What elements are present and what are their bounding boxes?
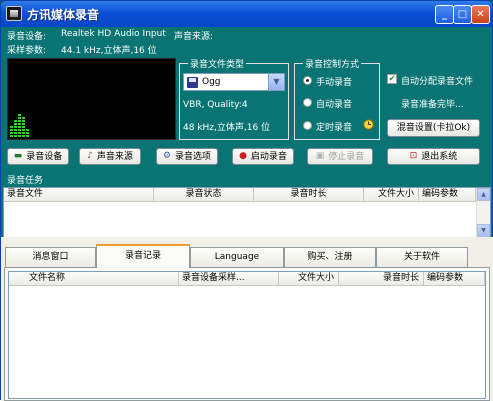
format-params: 48 kHz,立体声,16 位 (183, 123, 271, 133)
radio-timed-label[interactable]: 定时录音 (316, 120, 352, 133)
record-button-label: 启动录音 (250, 152, 287, 162)
records-col-codec[interactable]: 编码参数 (424, 272, 485, 286)
tasks-col-file[interactable]: 录音文件 (4, 188, 154, 202)
meter-bar (14, 120, 17, 137)
format-quality: VBR, Quality:4 (183, 100, 248, 110)
tab-purchase[interactable]: 购买、注册 (284, 247, 376, 267)
exit-button-label: 退出系统 (421, 152, 458, 162)
tasks-col-size[interactable]: 文件大小 (364, 188, 419, 202)
meter-bar (26, 128, 29, 137)
tasks-scrollbar[interactable]: ▲ ▼ (476, 188, 490, 237)
title-bar[interactable]: 方讯媒体录音 _ □ ✕ (1, 1, 492, 27)
tasks-col-status[interactable]: 录音状态 (154, 188, 254, 202)
source-label: 声音来源: (174, 32, 214, 42)
source-button-label: 声音来源 (96, 152, 133, 162)
window-title: 方讯媒体录音 (27, 8, 100, 22)
device-button[interactable]: ▬ 录音设备 (7, 148, 69, 165)
scroll-down-icon[interactable]: ▼ (477, 224, 490, 237)
meter-bar (22, 117, 25, 137)
meter-bar (10, 125, 13, 137)
tasks-list[interactable]: 录音文件 录音状态 录音时长 文件大小 编码参数 ▲ ▼ (3, 187, 491, 238)
records-col-device[interactable]: 录音设备采样... (179, 272, 279, 286)
maximize-button[interactable]: □ (453, 5, 472, 24)
tab-about[interactable]: 关于软件 (376, 247, 468, 267)
tab-messages[interactable]: 消息窗口 (5, 247, 96, 267)
app-icon (6, 6, 22, 21)
format-group-title: 录音文件类型 (188, 57, 247, 70)
source-button[interactable]: ♪ 声音来源 (79, 148, 141, 165)
format-select[interactable]: Ogg ▼ (183, 73, 285, 91)
meter-bar (18, 114, 21, 137)
device-label: 录音设备: (7, 32, 47, 42)
tabs-area: 消息窗口 录音记录 Language 购买、注册 关于软件 文件名称 录音设备采… (1, 237, 493, 401)
options-button-label: 录音选项 (175, 152, 212, 162)
chevron-down-icon[interactable]: ▼ (268, 74, 284, 90)
record-button[interactable]: ● 启动录音 (232, 148, 294, 165)
stop-button-label: 停止录音 (328, 152, 365, 162)
clock-icon[interactable] (363, 119, 374, 130)
device-button-label: 录音设备 (26, 152, 63, 162)
exit-button[interactable]: ⊡ 退出系统 (387, 148, 480, 165)
level-meter (7, 58, 176, 140)
device-icon: ▬ (13, 151, 23, 161)
records-col-duration[interactable]: 录音时长 (339, 272, 424, 286)
records-col-size[interactable]: 文件大小 (279, 272, 339, 286)
options-button[interactable]: ⚙ 录音选项 (156, 148, 218, 165)
control-group-title: 录音控制方式 (303, 57, 362, 70)
radio-manual[interactable] (303, 76, 312, 85)
record-icon: ● (239, 151, 247, 161)
stop-icon: ▣ (315, 151, 325, 161)
tasks-col-duration[interactable]: 录音时长 (254, 188, 364, 202)
tasks-title: 录音任务 (7, 176, 44, 186)
auto-filename-checkbox[interactable]: ✔ (387, 74, 397, 84)
close-button[interactable]: ✕ (471, 5, 490, 24)
tasks-col-codec[interactable]: 编码参数 (419, 188, 476, 202)
source-icon: ♪ (87, 151, 93, 161)
records-panel: 文件名称 录音设备采样... 文件大小 录音时长 编码参数 (4, 267, 490, 401)
floppy-icon (187, 77, 198, 88)
options-icon: ⚙ (162, 151, 172, 161)
exit-icon: ⊡ (409, 151, 418, 161)
radio-manual-label[interactable]: 手动录音 (316, 75, 352, 88)
radio-auto[interactable] (303, 98, 312, 107)
status-text: 录音准备完毕... (401, 100, 464, 110)
radio-timed[interactable] (303, 121, 312, 130)
format-select-value: Ogg (202, 77, 221, 87)
minimize-button[interactable]: _ (435, 5, 454, 24)
tab-records[interactable]: 录音记录 (96, 244, 190, 268)
tab-language[interactable]: Language (190, 247, 284, 267)
scroll-up-icon[interactable]: ▲ (477, 188, 490, 201)
mixer-settings-button[interactable]: 混音设置(卡拉Ok) (387, 119, 480, 137)
records-col-name[interactable]: 文件名称 (9, 272, 179, 286)
params-label: 采样参数: (7, 46, 47, 56)
records-list[interactable]: 文件名称 录音设备采样... 文件大小 录音时长 编码参数 (8, 271, 486, 399)
device-value: Realtek HD Audio Input (61, 29, 166, 39)
auto-filename-label[interactable]: 自动分配录音文件 (401, 74, 473, 87)
stop-button[interactable]: ▣ 停止录音 (307, 148, 373, 165)
params-value: 44.1 kHz,立体声,16 位 (61, 46, 157, 56)
radio-auto-label[interactable]: 自动录音 (316, 97, 352, 110)
main-window: 方讯媒体录音 _ □ ✕ 录音设备: Realtek HD Audio Inpu… (0, 0, 493, 401)
